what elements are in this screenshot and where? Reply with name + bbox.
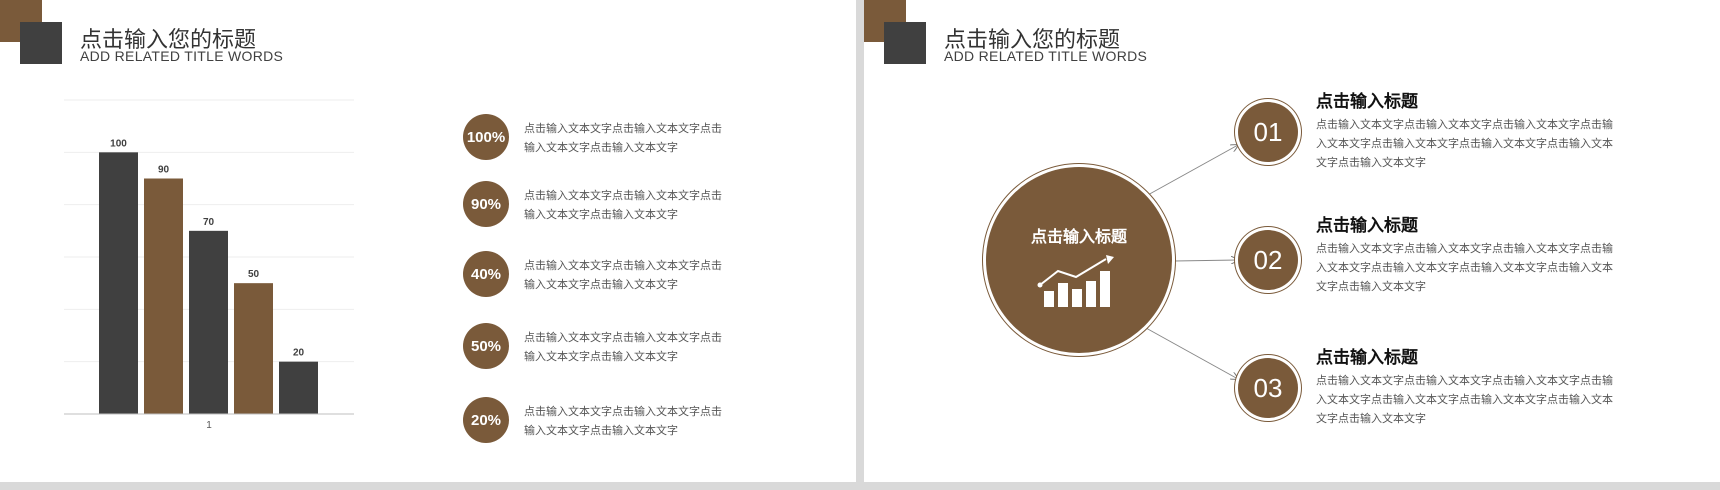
chart-bar [99, 152, 138, 415]
percent-badge: 50% [463, 323, 509, 369]
hub-label: 点击输入标题 [1030, 227, 1127, 246]
percent-badge: 90% [463, 181, 509, 227]
slide-right: 点击输入您的标题 ADD RELATED TITLE WORDS 点击输入标题 … [864, 0, 1720, 482]
bar-data-label: 20 [293, 348, 305, 359]
chart-bar [234, 283, 273, 414]
percent-description[interactable]: 点击输入文本文字点击输入文本文字点击输入文本文字点击输入文本文字 [524, 119, 724, 157]
item-title[interactable]: 点击输入标题 [1316, 211, 1418, 236]
number-badge-02: 02 [1238, 230, 1298, 290]
slide-left: 点击输入您的标题 ADD RELATED TITLE WORDS 100 90 70… [0, 0, 856, 482]
item-title[interactable]: 点击输入标题 [1316, 87, 1418, 112]
item-description[interactable]: 点击输入文本文字点击输入文本文字点击输入文本文字点击输入文本文字点击输入文本文字… [1316, 371, 1621, 428]
item-title[interactable]: 点击输入标题 [1316, 343, 1418, 368]
item-description[interactable]: 点击输入文本文字点击输入文本文字点击输入文本文字点击输入文本文字点击输入文本文字… [1316, 239, 1621, 296]
x-tick-label: 1 [206, 420, 212, 431]
growth-chart-icon [1037, 255, 1114, 307]
connector-02 [1173, 260, 1238, 261]
percent-badge: 20% [463, 397, 509, 443]
bar-data-label: 70 [203, 217, 215, 228]
central-hub[interactable]: 点击输入标题 [986, 167, 1172, 353]
item-description[interactable]: 点击输入文本文字点击输入文本文字点击输入文本文字点击输入文本文字点击输入文本文字… [1316, 115, 1621, 172]
bar-data-label: 100 [110, 138, 127, 149]
number-badge-01: 01 [1238, 102, 1298, 162]
percent-description[interactable]: 点击输入文本文字点击输入文本文字点击输入文本文字点击输入文本文字 [524, 256, 724, 294]
chart-bars [99, 152, 318, 415]
percent-badge: 100% [463, 114, 509, 160]
chart-bar [279, 361, 318, 414]
percent-description[interactable]: 点击输入文本文字点击输入文本文字点击输入文本文字点击输入文本文字 [524, 328, 724, 366]
connector-03 [1145, 327, 1238, 379]
percent-badge: 40% [463, 251, 509, 297]
chart-bar [144, 178, 183, 414]
number-badge-03: 03 [1238, 358, 1298, 418]
connector-01 [1145, 145, 1238, 197]
chart-bar [189, 230, 228, 414]
percent-description[interactable]: 点击输入文本文字点击输入文本文字点击输入文本文字点击输入文本文字 [524, 186, 724, 224]
bar-chart: 100 90 70 50 20 1 [64, 99, 354, 431]
percent-description[interactable]: 点击输入文本文字点击输入文本文字点击输入文本文字点击输入文本文字 [524, 402, 724, 440]
bar-data-label: 90 [158, 165, 170, 176]
bar-data-label: 50 [248, 269, 260, 280]
